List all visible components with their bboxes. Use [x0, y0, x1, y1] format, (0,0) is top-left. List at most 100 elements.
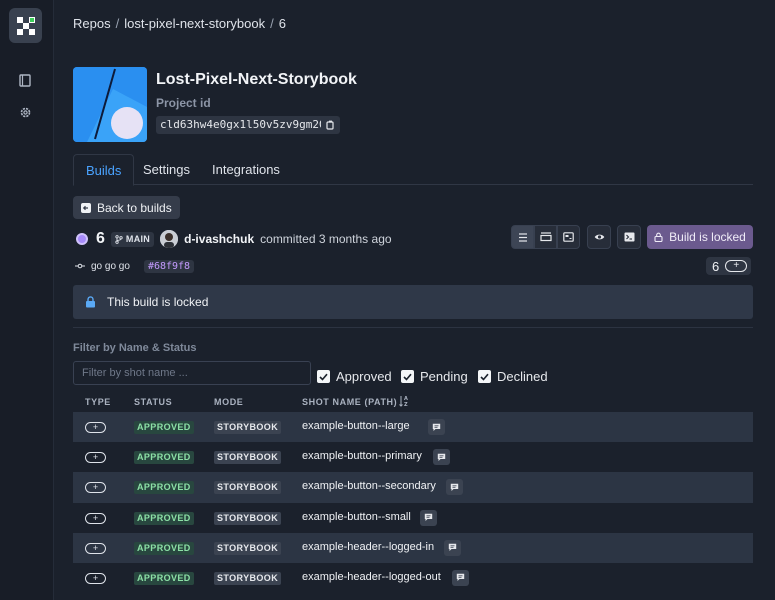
eye-icon [594, 234, 604, 240]
column-type: TYPE [85, 397, 111, 407]
commit-message: go go go [91, 260, 130, 272]
type-added-icon: + [85, 452, 106, 464]
shot-name[interactable]: example-button--primary [302, 450, 422, 462]
project-id-label: Project id [156, 96, 211, 110]
shot-name[interactable]: example-button--small [302, 511, 411, 523]
tab-integrations[interactable]: Integrations [200, 154, 292, 185]
table-row[interactable]: + APPROVED STORYBOOK example-button--second… [73, 472, 753, 503]
commit-sha[interactable]: #68f9f8 [143, 259, 195, 273]
build-info: 6 MAIN d-ivashchuk committed 3 months ag… [76, 229, 392, 249]
project-title: Lost-Pixel-Next-Storybook [156, 71, 357, 88]
svg-text:Z: Z [404, 402, 408, 407]
locked-banner-text: This build is locked [107, 295, 209, 309]
table-header: TYPE STATUS MODE SHOT NAME (PATH) AZ [73, 393, 753, 411]
tab-builds[interactable]: Builds [73, 154, 135, 186]
mode-badge: STORYBOOK [214, 421, 282, 434]
breadcrumb-repo[interactable]: lost-pixel-next-storybook [124, 16, 265, 31]
comment-icon[interactable] [452, 569, 469, 586]
shot-name[interactable]: example-header--logged-out [302, 571, 441, 583]
declined-label: Declined [497, 369, 548, 384]
preview-button[interactable] [587, 225, 611, 249]
status-badge: APPROVED [134, 451, 194, 465]
gear-icon[interactable] [18, 105, 32, 119]
comment-icon[interactable] [433, 449, 450, 466]
breadcrumb-build: 6 [278, 16, 286, 31]
checkbox-checked-icon [317, 370, 330, 383]
back-to-builds-button[interactable]: Back to builds [73, 196, 180, 219]
side-rail [0, 0, 54, 600]
column-status: STATUS [134, 397, 173, 407]
comment-icon[interactable] [446, 479, 463, 496]
pending-checkbox[interactable]: Pending [401, 369, 468, 384]
logs-button[interactable] [617, 225, 641, 249]
branch-name: MAIN [125, 234, 151, 244]
build-number: 6 [96, 230, 105, 247]
status-badge: APPROVED [134, 511, 194, 525]
locked-banner: This build is locked [73, 285, 753, 319]
arrow-left-icon [81, 202, 91, 213]
table-row[interactable]: + APPROVED STORYBOOK example-button--primar… [73, 442, 753, 472]
side-by-side-view-button[interactable] [557, 225, 580, 249]
pending-label: Pending [420, 369, 468, 384]
table-row[interactable]: + APPROVED STORYBOOK example-header--logged… [73, 532, 753, 563]
checkbox-checked-icon [401, 370, 414, 383]
table-row[interactable]: + APPROVED STORYBOOK example-button--small [73, 503, 753, 533]
approved-checkbox[interactable]: Approved [317, 369, 392, 384]
type-added-icon: + [85, 422, 106, 433]
type-added-icon: + [85, 482, 106, 494]
commit-time: committed 3 months ago [260, 232, 392, 246]
build-locked-button[interactable]: Build is locked [647, 225, 753, 249]
mode-badge: STORYBOOK [214, 571, 282, 585]
build-locked-label: Build is locked [669, 230, 746, 244]
tab-bar: Builds Settings Integrations [73, 154, 753, 186]
commit-details: go go go #68f9f8 [75, 259, 195, 273]
declined-checkbox[interactable]: Declined [478, 369, 548, 384]
lost-pixel-logo-icon[interactable] [9, 8, 42, 43]
shot-name[interactable]: example-header--logged-in [302, 541, 434, 553]
section-divider [73, 327, 753, 328]
back-to-builds-label: Back to builds [97, 200, 172, 215]
shot-name[interactable]: example-button--large [302, 420, 410, 432]
table-row[interactable]: + APPROVED STORYBOOK example-button--large [73, 412, 753, 443]
added-plus-icon: + [725, 260, 748, 272]
copy-id-button[interactable] [321, 116, 340, 134]
mode-badge: STORYBOOK [214, 451, 282, 465]
avatar [160, 230, 179, 248]
overlay-view-button[interactable] [534, 225, 557, 249]
mode-badge: STORYBOOK [214, 541, 282, 555]
table-row[interactable]: + APPROVED STORYBOOK example-header--logged… [73, 563, 753, 593]
lock-icon [86, 296, 95, 308]
comment-icon[interactable] [428, 419, 445, 435]
added-count-value: 6 [712, 258, 720, 274]
sort-alpha-icon[interactable]: AZ [399, 395, 410, 409]
filter-label: Filter by Name & Status [73, 342, 197, 354]
build-status-icon [76, 233, 88, 245]
project-id-value: cld63hw4e0gx1l50v5zv9gm20 [156, 116, 330, 134]
commit-author[interactable]: d-ivashchuk [184, 232, 254, 246]
list-icon [518, 232, 527, 242]
view-mode-group [511, 225, 580, 249]
list-view-button[interactable] [511, 225, 534, 249]
breadcrumb-repos[interactable]: Repos [73, 16, 111, 31]
status-badge: APPROVED [134, 481, 194, 495]
shot-name-filter-input[interactable] [73, 361, 311, 385]
column-shot-name[interactable]: SHOT NAME (PATH) [302, 397, 397, 407]
mode-badge: STORYBOOK [214, 511, 282, 525]
breadcrumb: Repos / lost-pixel-next-storybook/6 [73, 16, 286, 31]
status-badge: APPROVED [134, 571, 194, 585]
approved-label: Approved [336, 369, 392, 384]
lock-icon [654, 232, 663, 242]
status-badge: APPROVED [134, 541, 194, 555]
shot-name[interactable]: example-button--secondary [302, 480, 436, 492]
comment-icon[interactable] [444, 539, 461, 556]
branch-badge: MAIN [110, 231, 155, 247]
overlay-icon [539, 232, 552, 242]
type-added-icon: + [85, 512, 106, 524]
branch-icon [115, 234, 123, 244]
checkbox-checked-icon [478, 370, 491, 383]
added-shots-count: 6 + [706, 257, 752, 275]
tab-settings[interactable]: Settings [131, 154, 202, 185]
type-added-icon: + [85, 542, 106, 554]
book-icon[interactable] [18, 73, 32, 87]
comment-icon[interactable] [420, 509, 437, 526]
